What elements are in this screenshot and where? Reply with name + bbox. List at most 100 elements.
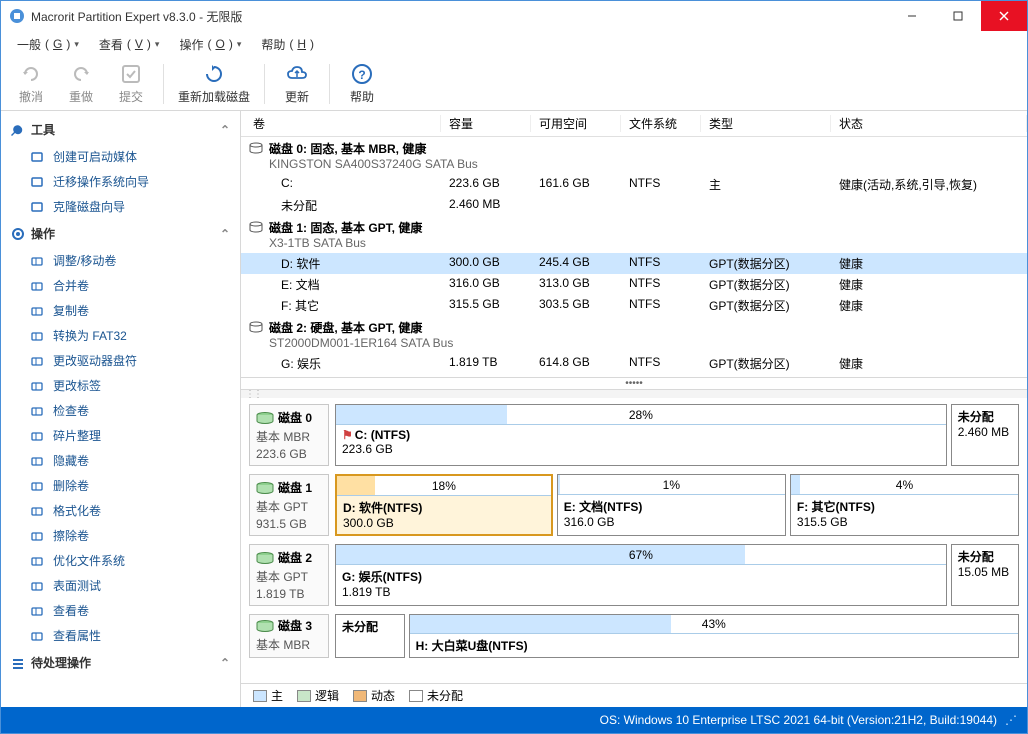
- collapse-icon[interactable]: ⌃: [220, 227, 230, 241]
- partition-block[interactable]: 43% H: 大白菜U盘(NTFS): [409, 614, 1019, 658]
- op-icon: [29, 303, 45, 319]
- partition-block[interactable]: 18% D: 软件(NTFS)300.0 GB: [335, 474, 553, 536]
- sidebar-item[interactable]: 查看卷: [1, 598, 240, 623]
- partition-block[interactable]: 1% E: 文档(NTFS)316.0 GB: [557, 474, 786, 536]
- partition-block[interactable]: 未分配15.05 MB: [951, 544, 1019, 606]
- update-button[interactable]: 更新: [279, 62, 315, 105]
- partition-block[interactable]: 67% G: 娱乐(NTFS)1.819 TB: [335, 544, 947, 606]
- titlebar: Macrorit Partition Expert v8.3.0 - 无限版: [1, 1, 1027, 31]
- wrench-icon: [11, 123, 25, 137]
- volume-row[interactable]: 未分配2.460 MB: [241, 195, 1027, 216]
- header-type[interactable]: 类型: [701, 115, 831, 132]
- volume-row[interactable]: C:223.6 GB 161.6 GBNTFS 主健康(活动,系统,引导,恢复): [241, 174, 1027, 195]
- disk-icon: [249, 321, 263, 333]
- header-capacity[interactable]: 容量: [441, 115, 531, 132]
- collapse-icon[interactable]: ⌃: [220, 123, 230, 137]
- undo-icon: [19, 62, 43, 86]
- splitter-handle[interactable]: ⋮⋮: [241, 390, 1027, 398]
- app-icon: [9, 8, 25, 24]
- op-icon: [29, 578, 45, 594]
- op-icon: [29, 453, 45, 469]
- volume-row[interactable]: D: 软件300.0 GB 245.4 GBNTFS GPT(数据分区)健康: [241, 253, 1027, 274]
- disk-header[interactable]: 磁盘 1: 固态, 基本 GPT, 健康X3-1TB SATA Bus: [241, 216, 1027, 253]
- header-free[interactable]: 可用空间: [531, 115, 621, 132]
- menubar: 一般(G)▾ 查看(V)▾ 操作(O)▾ 帮助(H): [1, 31, 1027, 57]
- sidebar-item[interactable]: 合并卷: [1, 273, 240, 298]
- sidebar: 工具⌃ 创建可启动媒体 迁移操作系统向导 克隆磁盘向导 操作⌃ 调整/移动卷: [1, 111, 241, 707]
- partition-block[interactable]: 未分配: [335, 614, 405, 658]
- list-icon: [11, 656, 25, 670]
- disk-map-row: 磁盘 3 基本 MBR 未分配 43% H: 大白菜U盘(NTFS): [249, 614, 1019, 658]
- sidebar-item[interactable]: 更改驱动器盘符: [1, 348, 240, 373]
- sidebar-item[interactable]: 更改标签: [1, 373, 240, 398]
- header-volume[interactable]: 卷: [241, 115, 441, 132]
- op-icon: [29, 428, 45, 444]
- volume-row[interactable]: G: 娱乐1.819 TB 614.8 GBNTFS GPT(数据分区)健康: [241, 353, 1027, 374]
- sidebar-section-pending[interactable]: 待处理操作⌃: [1, 648, 240, 677]
- sidebar-item[interactable]: 调整/移动卷: [1, 248, 240, 273]
- sidebar-item[interactable]: 删除卷: [1, 473, 240, 498]
- sidebar-section-operations[interactable]: 操作⌃: [1, 219, 240, 248]
- disk-map-info[interactable]: 磁盘 3 基本 MBR: [249, 614, 329, 658]
- partition-block[interactable]: 28% ⚑C: (NTFS)223.6 GB: [335, 404, 947, 466]
- os-info: OS: Windows 10 Enterprise LTSC 2021 64-b…: [600, 713, 997, 727]
- disk-map[interactable]: 磁盘 0 基本 MBR223.6 GB 28% ⚑C: (NTFS)223.6 …: [241, 398, 1027, 683]
- sidebar-item[interactable]: 优化文件系统: [1, 548, 240, 573]
- sidebar-section-tools[interactable]: 工具⌃: [1, 115, 240, 144]
- sidebar-item[interactable]: 擦除卷: [1, 523, 240, 548]
- sidebar-item[interactable]: 检查卷: [1, 398, 240, 423]
- sidebar-item[interactable]: 隐藏卷: [1, 448, 240, 473]
- reload-button[interactable]: 重新加载磁盘: [178, 62, 250, 105]
- help-button[interactable]: ?帮助: [344, 62, 380, 105]
- op-icon: [29, 628, 45, 644]
- volume-row[interactable]: F: 其它315.5 GB 303.5 GBNTFS GPT(数据分区)健康: [241, 295, 1027, 316]
- close-button[interactable]: [981, 1, 1027, 31]
- disk-header[interactable]: 磁盘 0: 固态, 基本 MBR, 健康KINGSTON SA400S37240…: [241, 137, 1027, 174]
- volume-list-header: 卷 容量 可用空间 文件系统 类型 状态: [241, 111, 1027, 137]
- migrate-icon: [29, 174, 45, 190]
- op-icon: [29, 478, 45, 494]
- sidebar-item[interactable]: 查看属性: [1, 623, 240, 648]
- sidebar-item[interactable]: 转换为 FAT32: [1, 323, 240, 348]
- maximize-button[interactable]: [935, 1, 981, 31]
- partition-block[interactable]: 未分配2.460 MB: [951, 404, 1019, 466]
- disk-map-row: 磁盘 0 基本 MBR223.6 GB 28% ⚑C: (NTFS)223.6 …: [249, 404, 1019, 466]
- partition-block[interactable]: 4% F: 其它(NTFS)315.5 GB: [790, 474, 1019, 536]
- op-icon: [29, 353, 45, 369]
- sidebar-item[interactable]: 表面测试: [1, 573, 240, 598]
- menu-operations[interactable]: 操作(O)▾: [171, 34, 249, 55]
- sidebar-item[interactable]: 格式化卷: [1, 498, 240, 523]
- collapse-icon[interactable]: ⌃: [220, 656, 230, 670]
- op-icon: [29, 278, 45, 294]
- disk-map-info[interactable]: 磁盘 2 基本 GPT1.819 TB: [249, 544, 329, 606]
- op-icon: [29, 503, 45, 519]
- op-icon: [29, 553, 45, 569]
- redo-button[interactable]: 重做: [63, 62, 99, 105]
- svg-text:?: ?: [358, 68, 365, 82]
- status-bar: OS: Windows 10 Enterprise LTSC 2021 64-b…: [1, 707, 1027, 733]
- disk-header[interactable]: 磁盘 2: 硬盘, 基本 GPT, 健康ST2000DM001-1ER164 S…: [241, 316, 1027, 353]
- menu-general[interactable]: 一般(G)▾: [9, 34, 87, 55]
- gear-icon: [11, 227, 25, 241]
- header-filesystem[interactable]: 文件系统: [621, 115, 701, 132]
- sidebar-item[interactable]: 复制卷: [1, 298, 240, 323]
- sidebar-item[interactable]: 创建可启动媒体: [1, 144, 240, 169]
- header-status[interactable]: 状态: [831, 115, 1027, 132]
- resize-grip-icon[interactable]: ⋰: [1005, 713, 1017, 727]
- disk-map-info[interactable]: 磁盘 1 基本 GPT931.5 GB: [249, 474, 329, 536]
- undo-button[interactable]: 撤消: [13, 62, 49, 105]
- op-icon: [29, 253, 45, 269]
- sidebar-item[interactable]: 碎片整理: [1, 423, 240, 448]
- menu-view[interactable]: 查看(V)▾: [91, 34, 168, 55]
- volume-list[interactable]: 磁盘 0: 固态, 基本 MBR, 健康KINGSTON SA400S37240…: [241, 137, 1027, 378]
- redo-icon: [69, 62, 93, 86]
- volume-row[interactable]: E: 文档316.0 GB 313.0 GBNTFS GPT(数据分区)健康: [241, 274, 1027, 295]
- minimize-button[interactable]: [889, 1, 935, 31]
- disk-map-info[interactable]: 磁盘 0 基本 MBR223.6 GB: [249, 404, 329, 466]
- commit-button[interactable]: 提交: [113, 62, 149, 105]
- sidebar-item[interactable]: 迁移操作系统向导: [1, 169, 240, 194]
- commit-icon: [119, 62, 143, 86]
- menu-help[interactable]: 帮助(H): [253, 34, 322, 55]
- sidebar-item[interactable]: 克隆磁盘向导: [1, 194, 240, 219]
- disk-icon: [249, 221, 263, 233]
